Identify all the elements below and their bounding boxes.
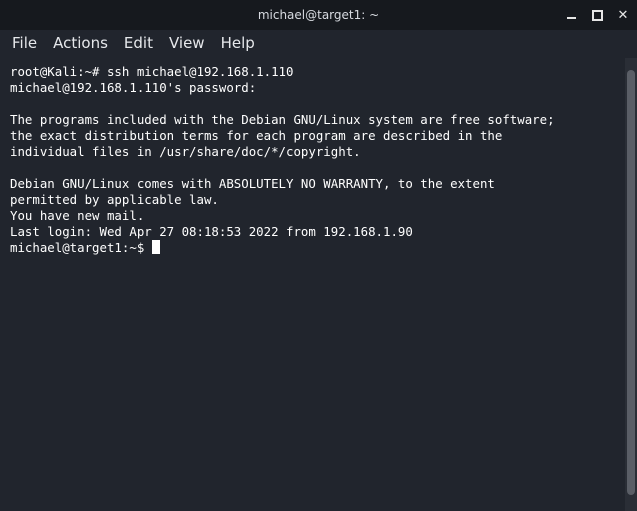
terminal-line: michael@192.168.1.110's password: — [10, 80, 257, 95]
text-cursor — [151, 240, 160, 254]
terminal-line: You have new mail. — [10, 208, 145, 223]
terminal-text: root@Kali:~# ssh michael@192.168.1.110 m… — [10, 64, 555, 256]
terminal-line: permitted by applicable law. — [10, 192, 219, 207]
menu-help[interactable]: Help — [213, 30, 263, 56]
menu-actions[interactable]: Actions — [45, 30, 116, 56]
menu-file[interactable]: File — [4, 30, 45, 56]
vertical-scrollbar[interactable] — [625, 58, 637, 511]
window-controls: ✕ — [565, 0, 629, 30]
menu-view[interactable]: View — [161, 30, 213, 56]
close-icon[interactable]: ✕ — [617, 8, 629, 23]
title-bar[interactable]: michael@target1: ~ ✕ — [0, 0, 637, 30]
terminal-line: The programs included with the Debian GN… — [10, 112, 555, 127]
minimize-icon[interactable] — [565, 9, 577, 21]
shell-prompt: michael@target1:~$ — [10, 240, 152, 255]
maximize-icon[interactable] — [591, 9, 603, 21]
scrollbar-thumb[interactable] — [627, 70, 635, 495]
menu-bar: File Actions Edit View Help — [0, 30, 637, 56]
terminal-line: Debian GNU/Linux comes with ABSOLUTELY N… — [10, 176, 495, 191]
terminal-line: individual files in /usr/share/doc/*/cop… — [10, 144, 361, 159]
terminal-line: root@Kali:~# ssh michael@192.168.1.110 — [10, 64, 294, 79]
window-title: michael@target1: ~ — [257, 8, 380, 22]
menu-edit[interactable]: Edit — [116, 30, 161, 56]
terminal-output[interactable]: root@Kali:~# ssh michael@192.168.1.110 m… — [0, 58, 625, 511]
terminal-line: the exact distribution terms for each pr… — [10, 128, 503, 143]
terminal-line: Last login: Wed Apr 27 08:18:53 2022 fro… — [10, 224, 413, 239]
terminal-window: michael@target1: ~ ✕ File Actions Edit V… — [0, 0, 637, 511]
